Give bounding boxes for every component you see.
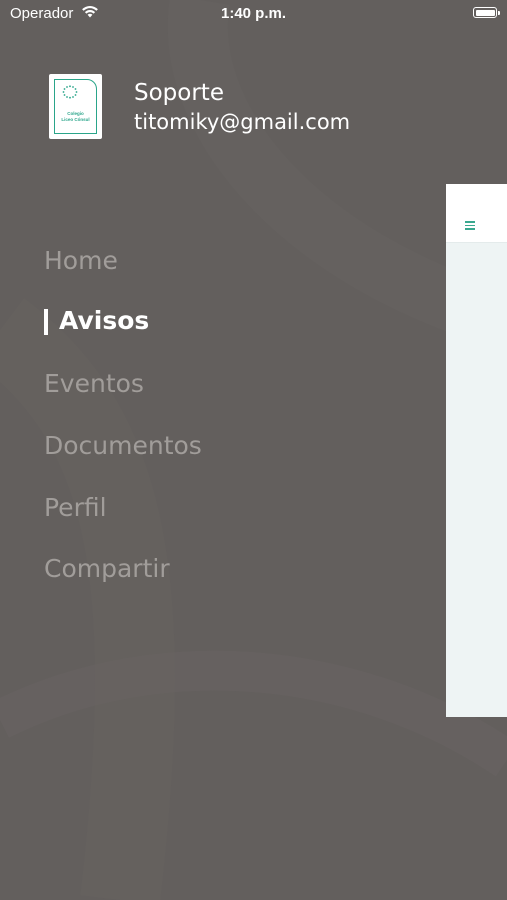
menu-item-compartir[interactable]: Compartir [44, 554, 170, 583]
status-bar: Operador 1:40 p.m. [0, 0, 507, 28]
menu-item-home[interactable]: Home [44, 246, 118, 275]
main-content-preview[interactable] [446, 184, 507, 717]
clock: 1:40 p.m. [220, 5, 287, 22]
content-header [446, 184, 507, 243]
menu-item-label: Avisos [59, 306, 150, 335]
menu-item-documentos[interactable]: Documentos [44, 431, 202, 460]
school-logo: Colegio Liceo Cónsul [49, 74, 102, 139]
logo-emblem-icon [62, 85, 78, 99]
logo-text-line-2: Liceo Cónsul [61, 116, 90, 122]
battery-icon [473, 7, 500, 18]
menu-item-perfil[interactable]: Perfil [44, 493, 107, 522]
active-indicator [44, 309, 48, 335]
hamburger-menu-icon[interactable] [465, 221, 475, 230]
menu-item-eventos[interactable]: Eventos [44, 369, 144, 398]
profile-name: Soporte [134, 80, 224, 106]
logo-text: Colegio Liceo Cónsul [55, 111, 96, 122]
menu-item-avisos[interactable]: Avisos [44, 306, 149, 335]
profile-email: titomiky@gmail.com [134, 110, 351, 134]
